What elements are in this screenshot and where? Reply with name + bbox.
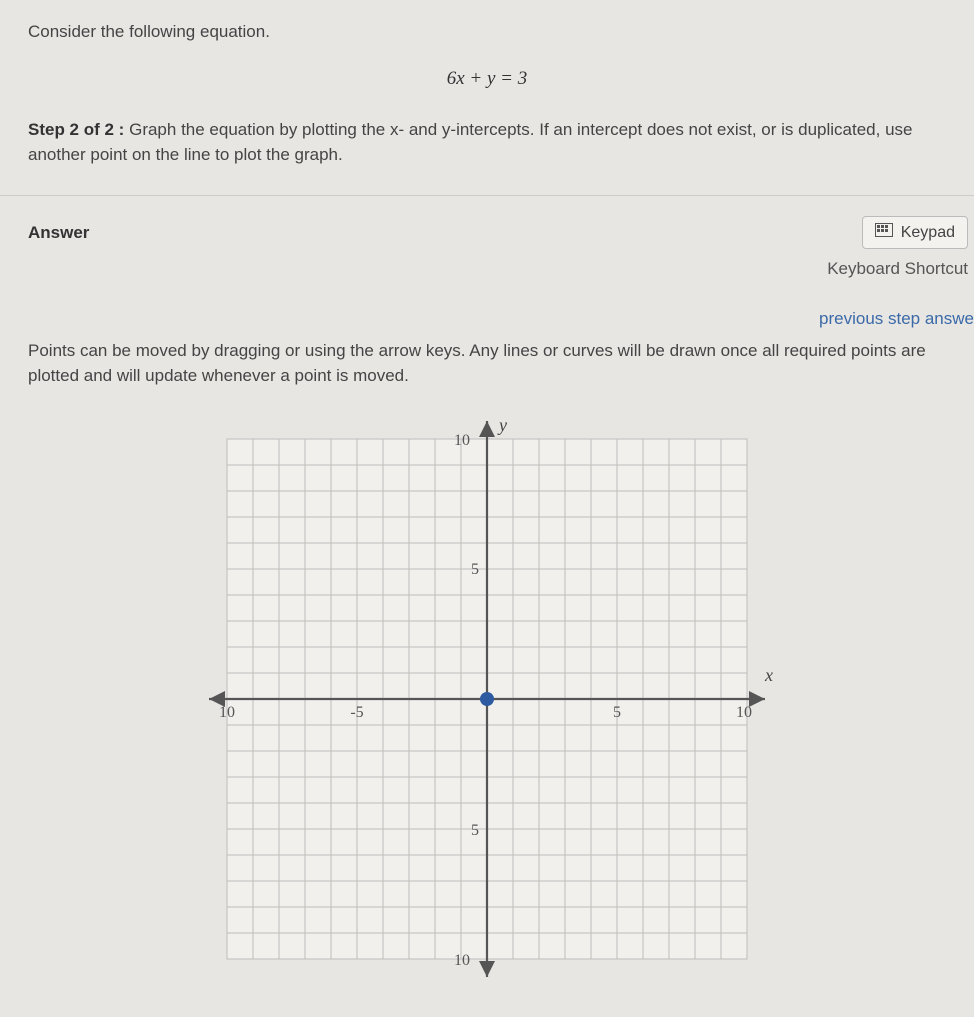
x-axis-label: x xyxy=(764,665,773,685)
arrow-down-icon xyxy=(479,961,495,977)
graph-container: 10 -5 5 10 10 5 5 10 x y xyxy=(0,399,974,984)
y-tick-neg5: 5 xyxy=(471,822,479,839)
y-axis-label: y xyxy=(497,415,507,435)
prompt-text: Consider the following equation. xyxy=(28,22,946,42)
previous-step-link[interactable]: previous step answe xyxy=(0,309,974,329)
x-tick-neg10: 10 xyxy=(219,704,235,721)
question-block: Consider the following equation. 6x + y … xyxy=(0,0,974,177)
keypad-icon xyxy=(875,223,893,242)
y-tick-pos10: 10 xyxy=(454,432,470,449)
graph-instructions: Points can be moved by dragging or using… xyxy=(0,329,974,396)
y-tick-neg10: 10 xyxy=(454,952,470,969)
arrow-up-icon xyxy=(479,421,495,437)
keypad-button[interactable]: Keypad xyxy=(862,216,968,249)
keypad-button-label: Keypad xyxy=(901,224,955,242)
answer-label: Answer xyxy=(28,223,89,243)
equation: 6x + y = 3 xyxy=(28,68,946,90)
coordinate-plane[interactable]: 10 -5 5 10 10 5 5 10 x y xyxy=(187,399,787,984)
step-text: Graph the equation by plotting the x- an… xyxy=(28,120,913,164)
x-tick-neg5: -5 xyxy=(350,704,363,721)
plotted-point[interactable] xyxy=(480,692,494,706)
step-instructions: Step 2 of 2 : Graph the equation by plot… xyxy=(28,118,946,167)
keyboard-shortcut-link[interactable]: Keyboard Shortcut xyxy=(0,259,974,279)
y-tick-pos5: 5 xyxy=(471,561,479,578)
answer-row: Answer Keypad xyxy=(0,196,974,253)
step-label: Step 2 of 2 : xyxy=(28,120,124,139)
x-tick-pos5: 5 xyxy=(613,704,621,721)
x-tick-pos10: 10 xyxy=(736,704,752,721)
